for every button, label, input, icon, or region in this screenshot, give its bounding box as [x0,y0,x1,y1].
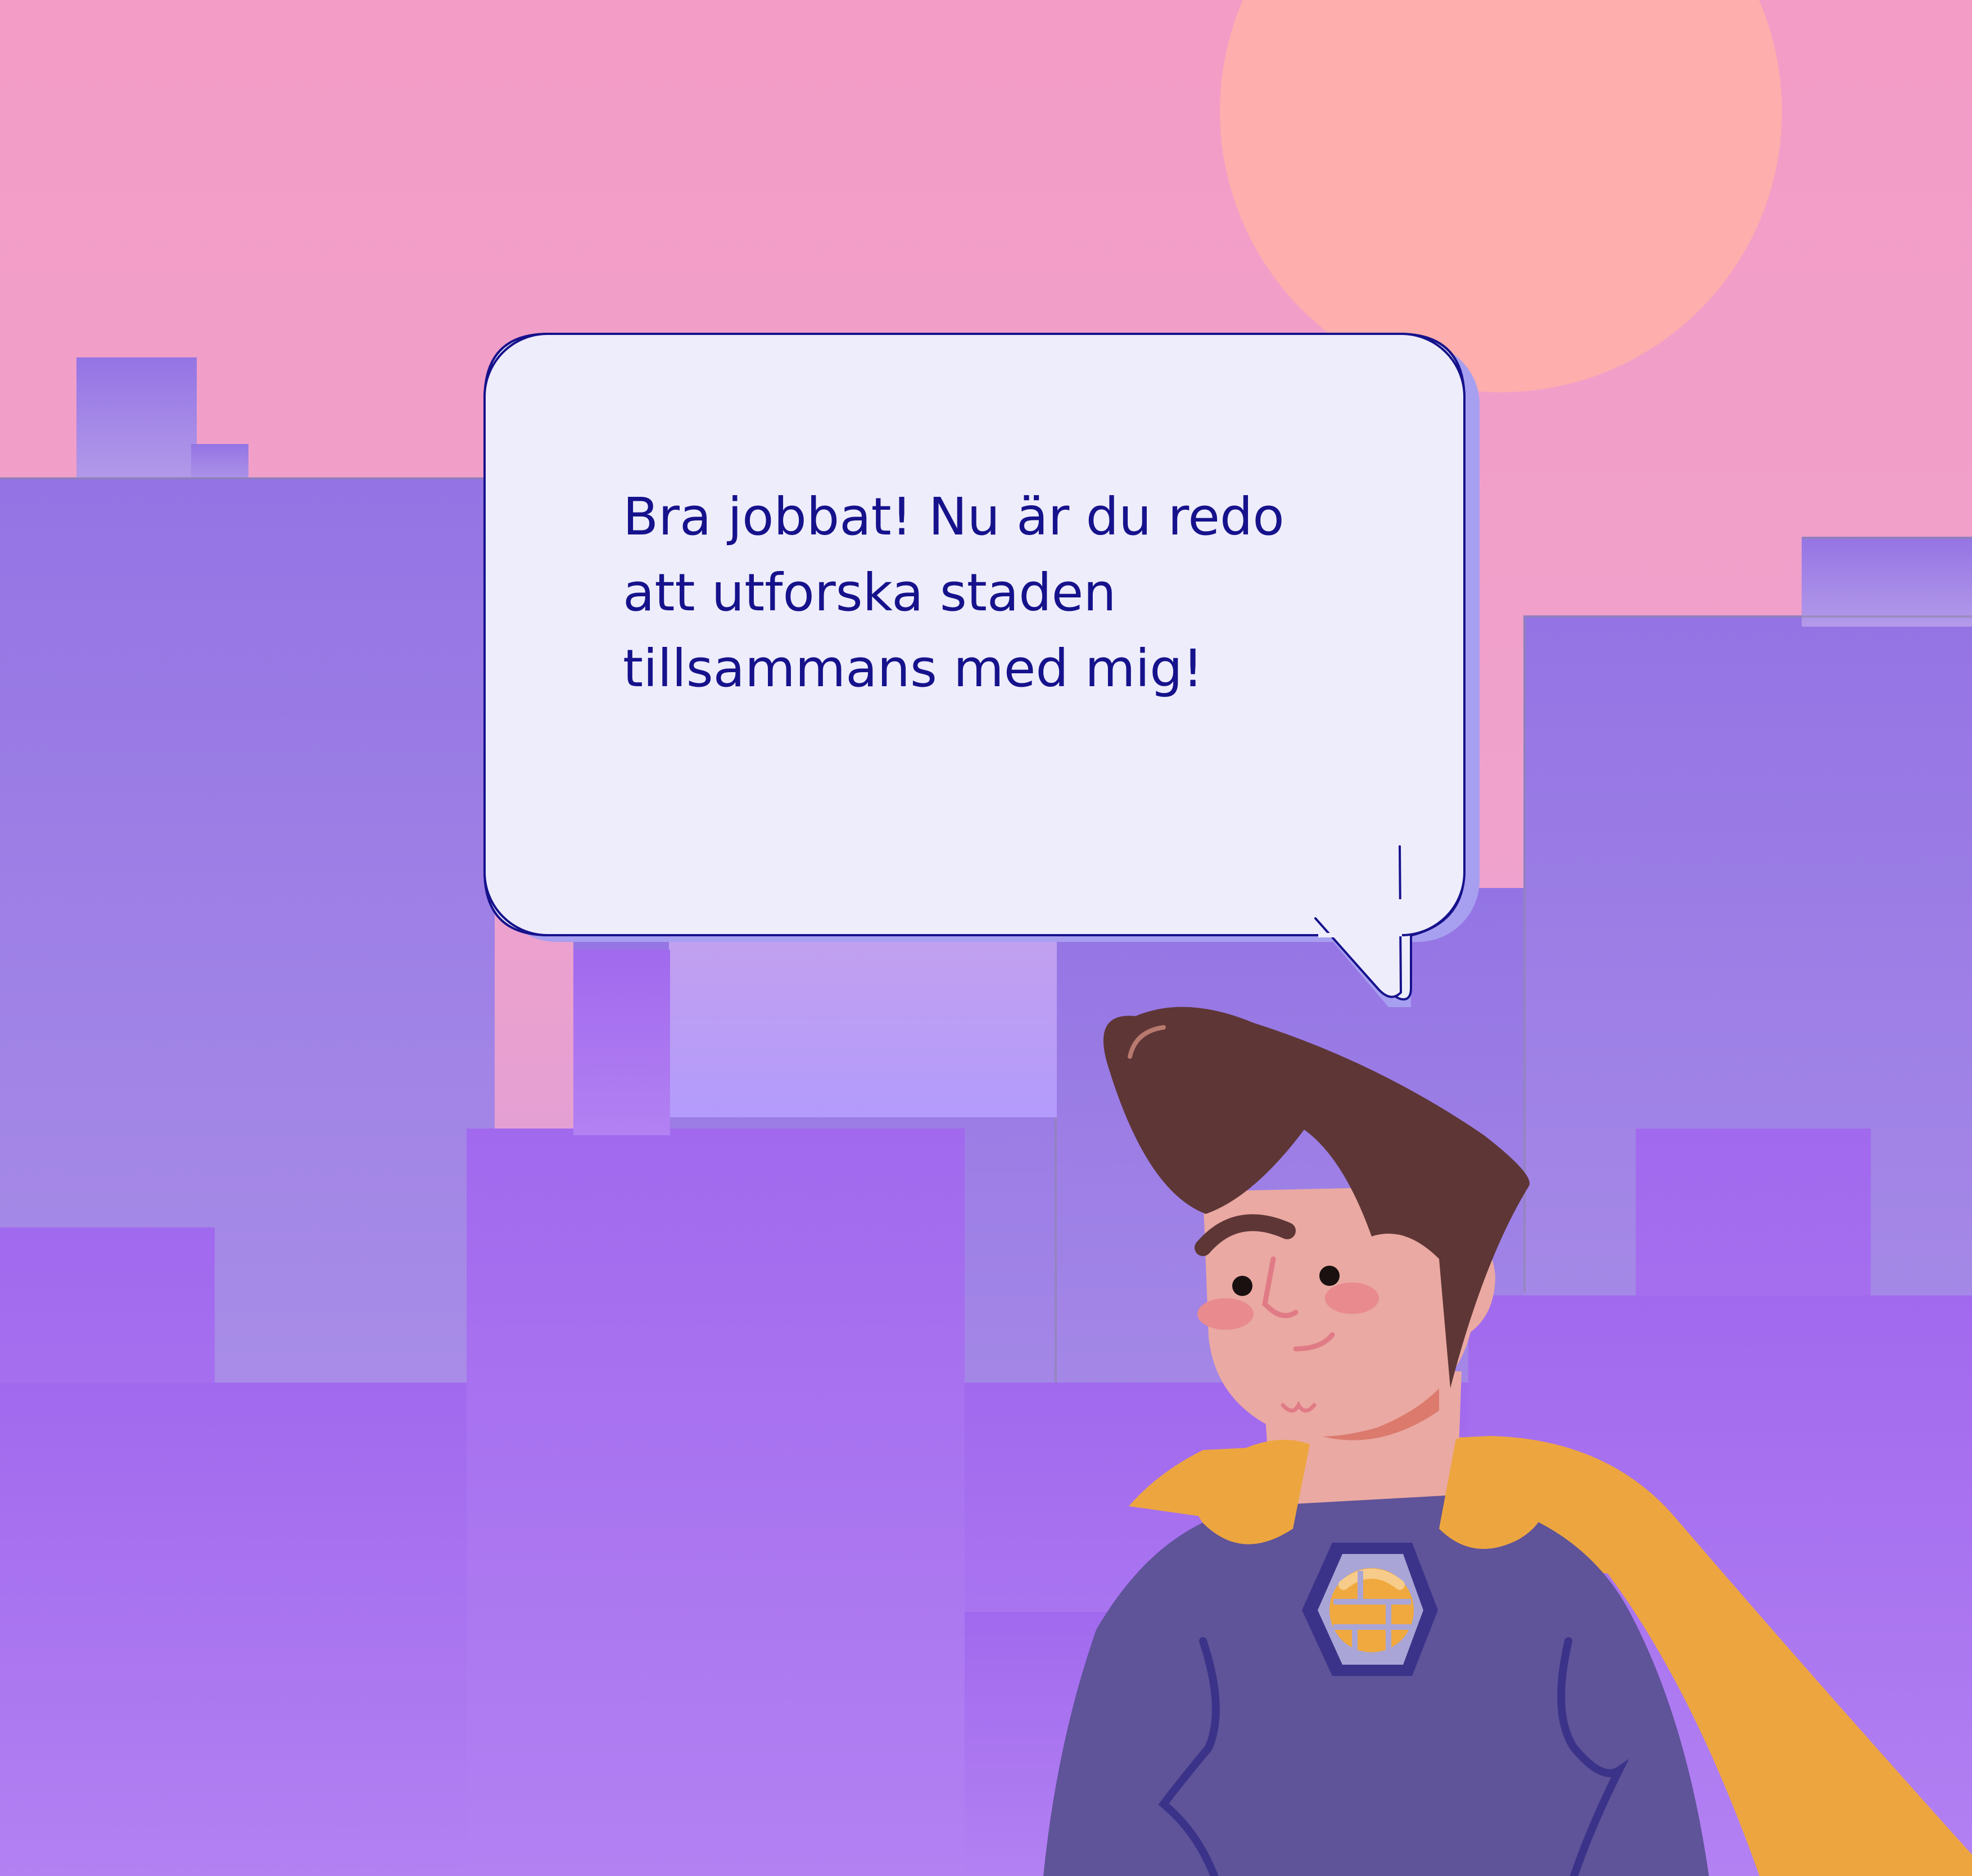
scene-illustration [0,0,1972,1876]
right-cheek [1325,1283,1379,1314]
glowing-building [669,933,1057,1117]
speech-bubble-text: Bra jobbat! Nu är du redo att utforska s… [623,479,1399,706]
city-scene: Bra jobbat! Nu är du redo att utforska s… [0,0,1972,1876]
left-eye [1232,1276,1252,1296]
speech-bubble-line: Bra jobbat! Nu är du redo [623,487,1284,547]
speech-bubble-line: att utforska staden [623,563,1116,623]
left-cheek [1197,1298,1254,1330]
speech-bubble-line: tillsammans med mig! [623,638,1204,699]
right-eye [1319,1266,1340,1286]
